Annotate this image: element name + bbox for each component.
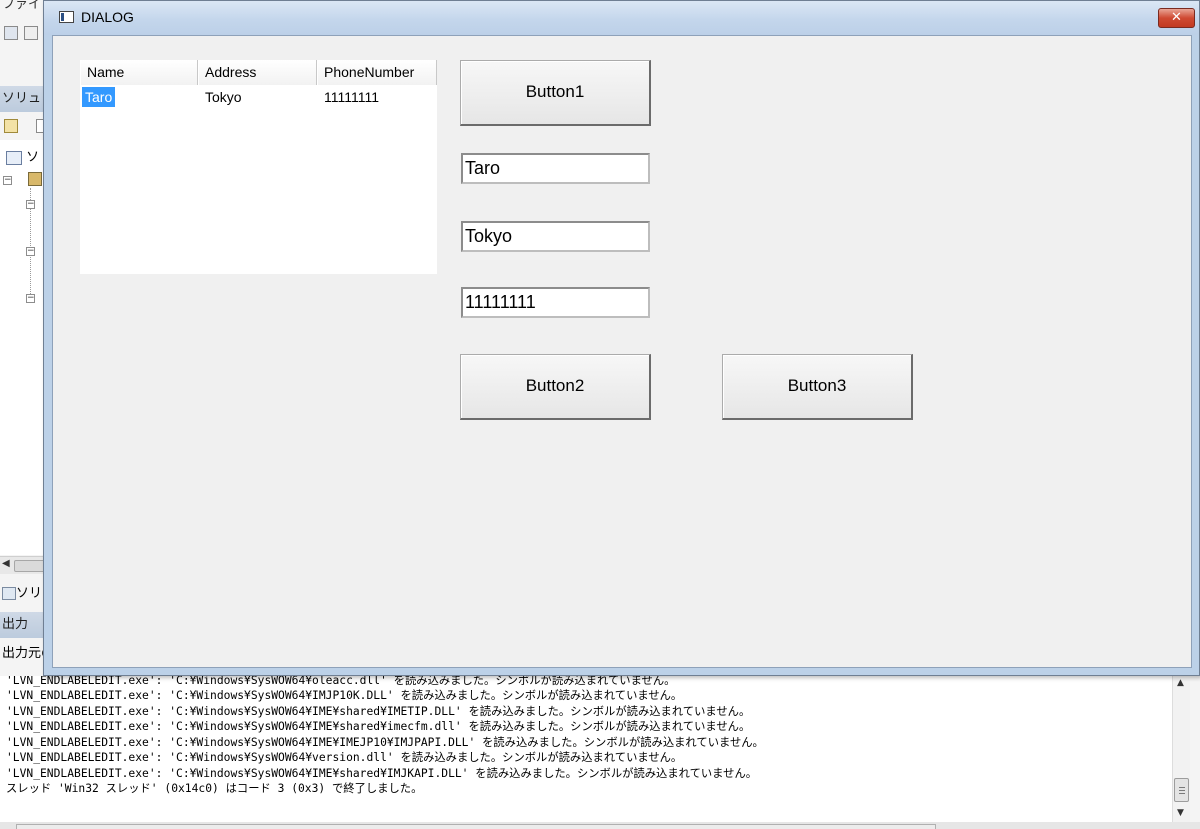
cell-phone: 11111111 xyxy=(324,89,380,105)
tree-collapse-icon[interactable]: − xyxy=(26,294,35,303)
tree-root-label: ソ xyxy=(26,150,40,165)
output-pane[interactable]: 'LVN_ENDLABELEDIT.exe': 'C:¥Windows¥SysW… xyxy=(0,676,1172,822)
solution-explorer-tab[interactable]: ソリュ xyxy=(0,582,48,606)
output-line: 'LVN_ENDLABELEDIT.exe': 'C:¥Windows¥SysW… xyxy=(6,736,764,749)
scroll-thumb[interactable] xyxy=(1174,778,1189,802)
solution-tab-icon xyxy=(2,587,16,600)
cell-address: Tokyo xyxy=(205,89,242,105)
solution-explorer-toolbar xyxy=(0,116,48,138)
address-field[interactable]: Tokyo xyxy=(461,221,650,252)
listview-header: Name Address PhoneNumber xyxy=(80,60,437,85)
column-header-name[interactable]: Name xyxy=(80,60,198,85)
button2[interactable]: Button2 xyxy=(460,354,651,420)
output-line: 'LVN_ENDLABELEDIT.exe': 'C:¥Windows¥SysW… xyxy=(6,751,683,764)
column-header-address[interactable]: Address xyxy=(198,60,317,85)
output-vscroll[interactable]: ▲ ▼ xyxy=(1172,676,1190,822)
button3[interactable]: Button3 xyxy=(722,354,913,420)
name-field[interactable]: Taro xyxy=(461,153,650,184)
close-button[interactable]: ✕ xyxy=(1158,8,1195,28)
output-line: 'LVN_ENDLABELEDIT.exe': 'C:¥Windows¥SysW… xyxy=(6,705,751,718)
tree-collapse-icon[interactable]: − xyxy=(26,200,35,209)
button1[interactable]: Button1 xyxy=(460,60,651,126)
toolbar-window-icon[interactable] xyxy=(24,26,38,40)
toolbar-doc-icon[interactable] xyxy=(4,26,18,40)
output-hscroll[interactable] xyxy=(0,822,1200,829)
ide-menu-fragment[interactable]: ファイ xyxy=(2,0,41,12)
ide-toolbar xyxy=(0,22,48,46)
output-line: 'LVN_ENDLABELEDIT.exe': 'C:¥Windows¥SysW… xyxy=(6,676,676,687)
output-line: スレッド 'Win32 スレッド' (0x14c0) はコード 3 (0x3) … xyxy=(6,782,423,795)
dialog-titlebar[interactable]: DIALOG ✕ xyxy=(44,1,1199,35)
properties-icon[interactable] xyxy=(4,119,18,133)
cell-name[interactable]: Taro xyxy=(82,87,116,107)
scroll-up-icon[interactable]: ▲ xyxy=(1177,678,1184,688)
scroll-left-icon[interactable]: ◀ xyxy=(2,558,10,569)
window-icon[interactable] xyxy=(59,11,74,23)
output-line: 'LVN_ENDLABELEDIT.exe': 'C:¥Windows¥SysW… xyxy=(6,689,683,702)
solution-explorer-header: ソリュ xyxy=(0,86,48,112)
output-header: 出力 xyxy=(0,612,48,638)
dialog-client-area: Name Address PhoneNumber Taro Tokyo 1111… xyxy=(52,35,1192,668)
tree-root[interactable]: ソ xyxy=(6,146,46,165)
solution-icon xyxy=(6,150,22,165)
solution-tree-hscroll[interactable]: ◀ xyxy=(0,556,48,574)
tree-collapse-icon[interactable]: − xyxy=(3,176,12,185)
scroll-thumb[interactable] xyxy=(16,824,936,829)
dialog-window: DIALOG ✕ Name Address PhoneNumber Taro T… xyxy=(43,0,1200,676)
phone-field[interactable]: 11111111 xyxy=(461,287,650,318)
scroll-down-icon[interactable]: ▼ xyxy=(1177,808,1184,818)
project-icon xyxy=(28,172,42,186)
listview[interactable]: Name Address PhoneNumber Taro Tokyo 1111… xyxy=(80,60,437,274)
dialog-title: DIALOG xyxy=(81,9,134,25)
tree-collapse-icon[interactable]: − xyxy=(26,247,35,256)
solution-tree: ソ − − − − xyxy=(0,140,48,555)
output-line: 'LVN_ENDLABELEDIT.exe': 'C:¥Windows¥SysW… xyxy=(6,720,751,733)
output-line: 'LVN_ENDLABELEDIT.exe': 'C:¥Windows¥SysW… xyxy=(6,767,758,780)
column-header-phone[interactable]: PhoneNumber xyxy=(317,60,437,85)
